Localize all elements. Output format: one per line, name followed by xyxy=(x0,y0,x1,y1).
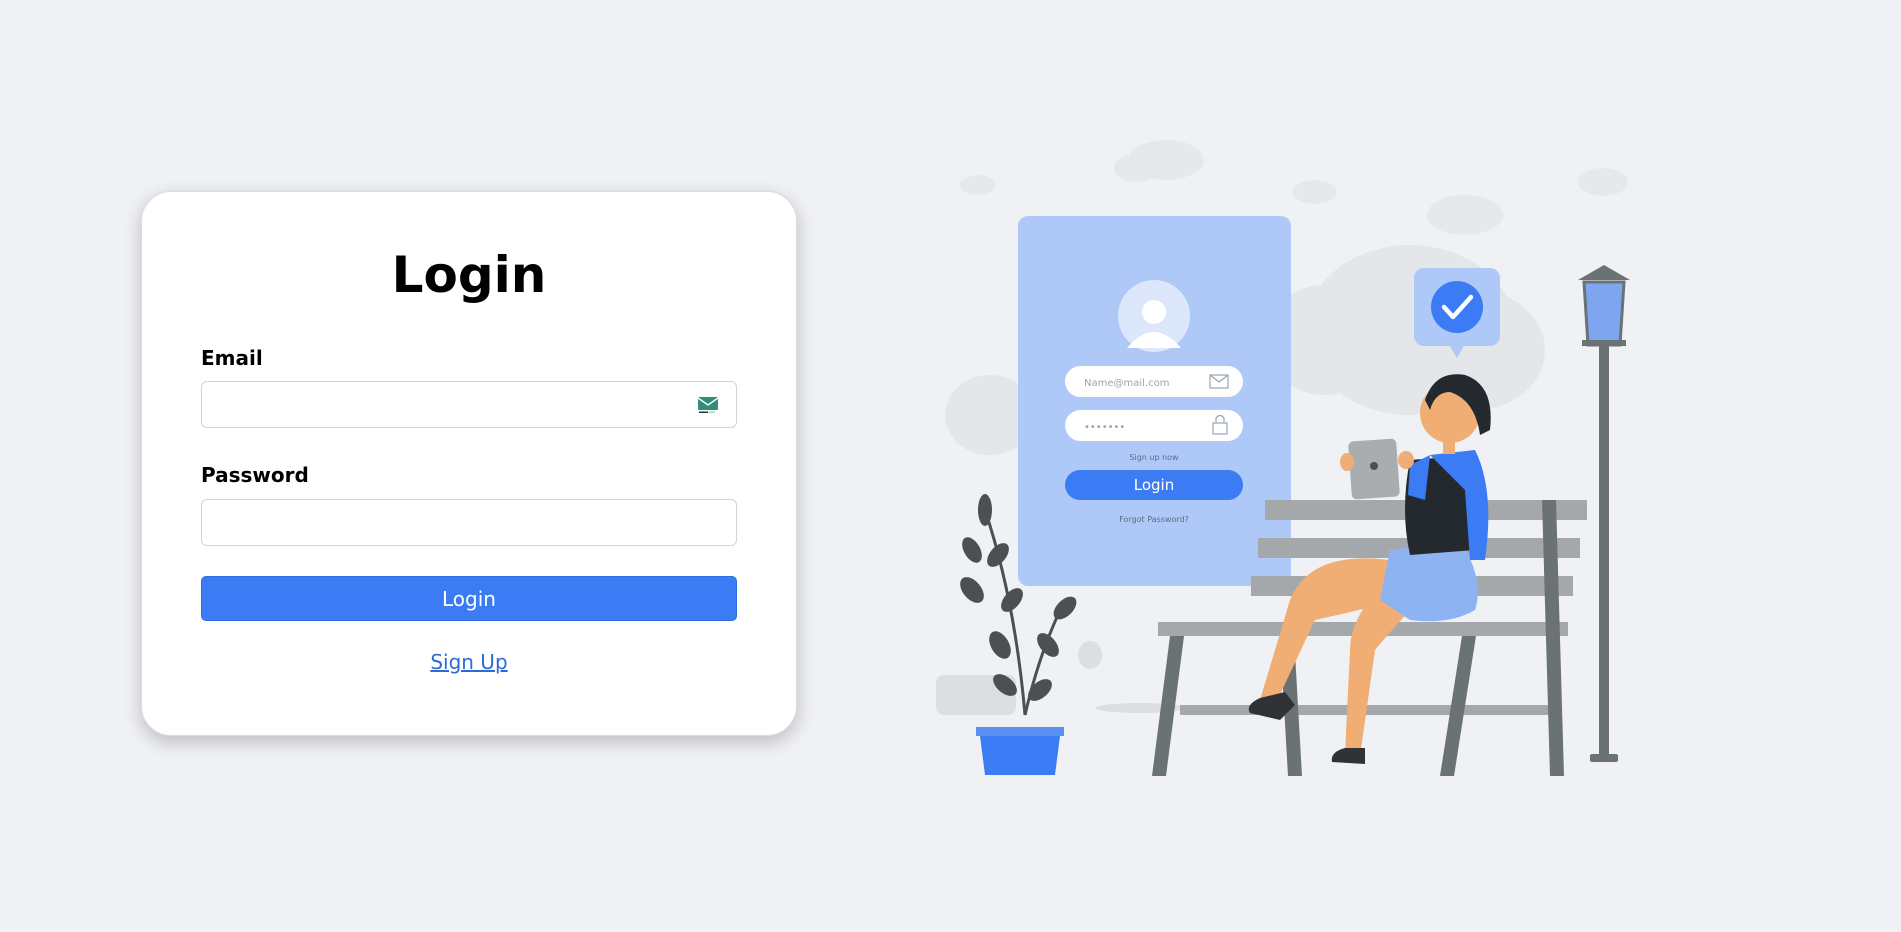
password-field-wrapper xyxy=(201,499,737,546)
login-illustration: Name@mail.com ••••••• Sign up now Login … xyxy=(936,140,1630,776)
illustration-email-placeholder: Name@mail.com xyxy=(1084,378,1169,389)
illustration-login-button: Login xyxy=(1134,476,1174,494)
email-field-wrapper xyxy=(201,381,737,428)
email-field[interactable] xyxy=(202,382,736,427)
background-rocks xyxy=(936,641,1185,715)
illustration-forgot-password: Forgot Password? xyxy=(1119,515,1189,524)
illustration-password-mask: ••••••• xyxy=(1084,422,1125,433)
password-label: Password xyxy=(201,463,309,487)
email-label: Email xyxy=(201,346,263,370)
mail-icon xyxy=(698,397,718,413)
check-bubble xyxy=(1414,268,1500,358)
page: Login Email Password Login Sign Up Name@… xyxy=(0,0,1901,932)
password-field[interactable] xyxy=(202,500,736,545)
illustration-signup-text: Sign up now xyxy=(1129,453,1179,462)
login-title: Login xyxy=(391,246,547,304)
login-button[interactable]: Login xyxy=(201,576,737,621)
signup-link[interactable]: Sign Up xyxy=(142,650,796,674)
login-card: Login Email Password Login Sign Up xyxy=(141,191,797,736)
illustration-login-panel: Name@mail.com ••••••• Sign up now Login … xyxy=(1018,216,1291,586)
